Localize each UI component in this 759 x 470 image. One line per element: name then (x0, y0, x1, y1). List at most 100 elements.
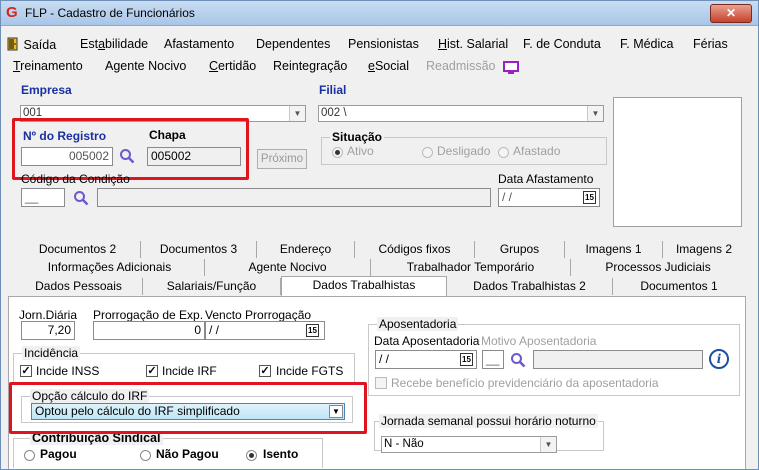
radio-ativo[interactable] (332, 147, 343, 158)
radio-nao-pagou[interactable] (140, 450, 151, 461)
tab-agente-nocivo[interactable]: Agente Nocivo (205, 259, 371, 276)
menu-item-pensionistas[interactable]: Pensionistas (348, 37, 419, 51)
contribuicao-group: Contribuição Sindical Pagou Não Pagou Is… (13, 431, 323, 468)
menu-text: Social (374, 59, 409, 73)
tab-informacoes-adicionais[interactable]: Informações Adicionais (15, 259, 205, 276)
jorn-diaria-label: Jorn.Diária (19, 308, 78, 322)
data-afastamento-label: Data Afastamento (498, 172, 594, 186)
proximo-button[interactable]: Próximo (257, 149, 307, 169)
tab-row-1: Documentos 2 Documentos 3 Endereço Códig… (15, 241, 745, 258)
menu-item-reintegracao[interactable]: Reintegração (273, 59, 347, 73)
search-icon[interactable] (73, 190, 89, 206)
jornada-noturno-value: N - Não (384, 438, 424, 450)
radio-isento[interactable] (246, 450, 257, 461)
filial-select[interactable]: 002 \ ▼ (318, 105, 604, 122)
tab-trabalhador-temporario[interactable]: Trabalhador Temporário (371, 259, 571, 276)
menu-bar-1: Saída Estabilidade Afastamento Dependent… (1, 35, 758, 55)
menu-text: bilidade (105, 37, 149, 51)
incide-inss-label: Incide INSS (36, 364, 100, 378)
codigo-condicao-input[interactable]: __ (21, 188, 65, 207)
info-icon[interactable]: i (709, 349, 729, 369)
incide-irf-checkbox[interactable]: ✓ (146, 365, 158, 377)
menu-item-esocial[interactable]: eSocial (368, 59, 409, 73)
data-afastamento-value: / / (502, 190, 513, 204)
radio-afastado-label: Afastado (513, 144, 561, 158)
data-aposentadoria-label: Data Aposentadoria (374, 334, 480, 348)
menu-mnemonic: C (209, 59, 219, 73)
radio-desligado[interactable] (422, 147, 433, 158)
tab-salariais-funcao[interactable]: Salariais/Função (143, 278, 281, 295)
menu-item-f-medica[interactable]: F. Médica (620, 37, 674, 51)
window-title: FLP - Cadastro de Funcionários (25, 6, 195, 20)
tab-imagens-2[interactable]: Imagens 2 (663, 241, 745, 258)
main-window: G FLP - Cadastro de Funcionários ✕ Saída… (0, 0, 759, 470)
menu-text: Est (80, 37, 99, 51)
motivo-aposentadoria-label: Motivo Aposentadoria (481, 334, 597, 348)
menu-mnemonic: a (98, 37, 106, 51)
menu-item-hist-salarial[interactable]: Hist. Salarial (438, 37, 508, 51)
radio-ativo-label: Ativo (347, 144, 374, 158)
close-button[interactable]: ✕ (710, 4, 752, 23)
menu-item-saida[interactable]: Saída (6, 37, 56, 52)
recebe-beneficio-checkbox[interactable] (375, 377, 387, 389)
codigo-condicao-label: Código da Condição (21, 172, 130, 186)
incidencia-group: Incidência ✓ Incide INSS ✓ Incide IRF ✓ … (13, 346, 355, 383)
situacao-label: Situação (330, 130, 385, 144)
menu-item-readmissao: Readmissão (426, 59, 496, 73)
door-exit-icon (7, 37, 18, 51)
incide-fgts-checkbox[interactable]: ✓ (259, 365, 271, 377)
radio-pagou[interactable] (24, 450, 35, 461)
menu-item-ferias[interactable]: Férias (693, 37, 728, 51)
radio-afastado[interactable] (498, 147, 509, 158)
app-logo-icon: G (6, 4, 18, 21)
jornada-noturno-select[interactable]: N - Não ▼ (381, 436, 557, 453)
jornada-noturno-label: Jornada semanal possui horário noturno (379, 414, 598, 428)
tab-endereco[interactable]: Endereço (257, 241, 355, 258)
menu-item-afastamento[interactable]: Afastamento (164, 37, 234, 51)
menu-item-dependentes[interactable]: Dependentes (256, 37, 330, 51)
highlight-opcao-irf (9, 382, 367, 434)
calendar-icon[interactable]: 15 (460, 353, 473, 366)
radio-isento-label: Isento (263, 447, 299, 461)
motivo-code-input[interactable]: __ (482, 350, 504, 369)
tab-documentos-1[interactable]: Documentos 1 (613, 278, 745, 295)
tab-documentos-3[interactable]: Documentos 3 (141, 241, 257, 258)
menu-item-estabilidade[interactable]: Estabilidade (80, 37, 148, 51)
prorrogacao-input[interactable]: 0 (93, 321, 205, 340)
codigo-condicao-desc (97, 188, 491, 207)
tab-documentos-2[interactable]: Documentos 2 (15, 241, 141, 258)
aposentadoria-group: Aposentadoria Data Aposentadoria Motivo … (368, 317, 740, 396)
menu-item-certidao[interactable]: Certidão (209, 59, 256, 73)
chevron-down-icon[interactable]: ▼ (540, 437, 556, 452)
tab-dados-pessoais[interactable]: Dados Pessoais (15, 278, 143, 295)
tab-processos-judiciais[interactable]: Processos Judiciais (571, 259, 745, 276)
filial-value: 002 \ (321, 107, 347, 119)
search-icon[interactable] (510, 352, 526, 368)
chevron-down-icon[interactable]: ▼ (587, 106, 603, 121)
jorn-diaria-input[interactable]: 7,20 (21, 321, 75, 340)
employee-photo[interactable] (613, 97, 742, 227)
menu-item-treinamento[interactable]: Treinamento (13, 59, 83, 73)
menu-item-agente-nocivo[interactable]: Agente Nocivo (105, 59, 186, 73)
menu-item-label: Saída (23, 38, 57, 52)
calendar-icon[interactable]: 15 (306, 324, 319, 337)
prorrogacao-label: Prorrogação de Exp. (93, 308, 204, 322)
monitor-icon[interactable] (503, 61, 519, 78)
radio-nao-pagou-label: Não Pagou (156, 447, 219, 461)
tab-grupos[interactable]: Grupos (475, 241, 565, 258)
incidencia-label: Incidência (22, 346, 81, 360)
incide-inss-checkbox[interactable]: ✓ (20, 365, 32, 377)
radio-pagou-label: Pagou (40, 447, 77, 461)
chevron-down-icon[interactable]: ▼ (289, 106, 305, 121)
incide-irf-label: Incide IRF (162, 364, 217, 378)
tab-dados-trabalhistas[interactable]: Dados Trabalhistas (281, 276, 447, 296)
incide-fgts-label: Incide FGTS (276, 364, 344, 378)
menu-item-f-conduta[interactable]: F. de Conduta (523, 37, 601, 51)
menu-mnemonic: e (368, 59, 375, 73)
tab-row-3: Dados Pessoais Salariais/Função Dados Tr… (15, 276, 745, 296)
tab-codigos-fixos[interactable]: Códigos fixos (355, 241, 475, 258)
menu-text: ist. Salarial (447, 37, 509, 51)
tab-imagens-1[interactable]: Imagens 1 (565, 241, 663, 258)
tab-dados-trabalhistas-2[interactable]: Dados Trabalhistas 2 (447, 278, 613, 295)
calendar-icon[interactable]: 15 (583, 191, 596, 204)
